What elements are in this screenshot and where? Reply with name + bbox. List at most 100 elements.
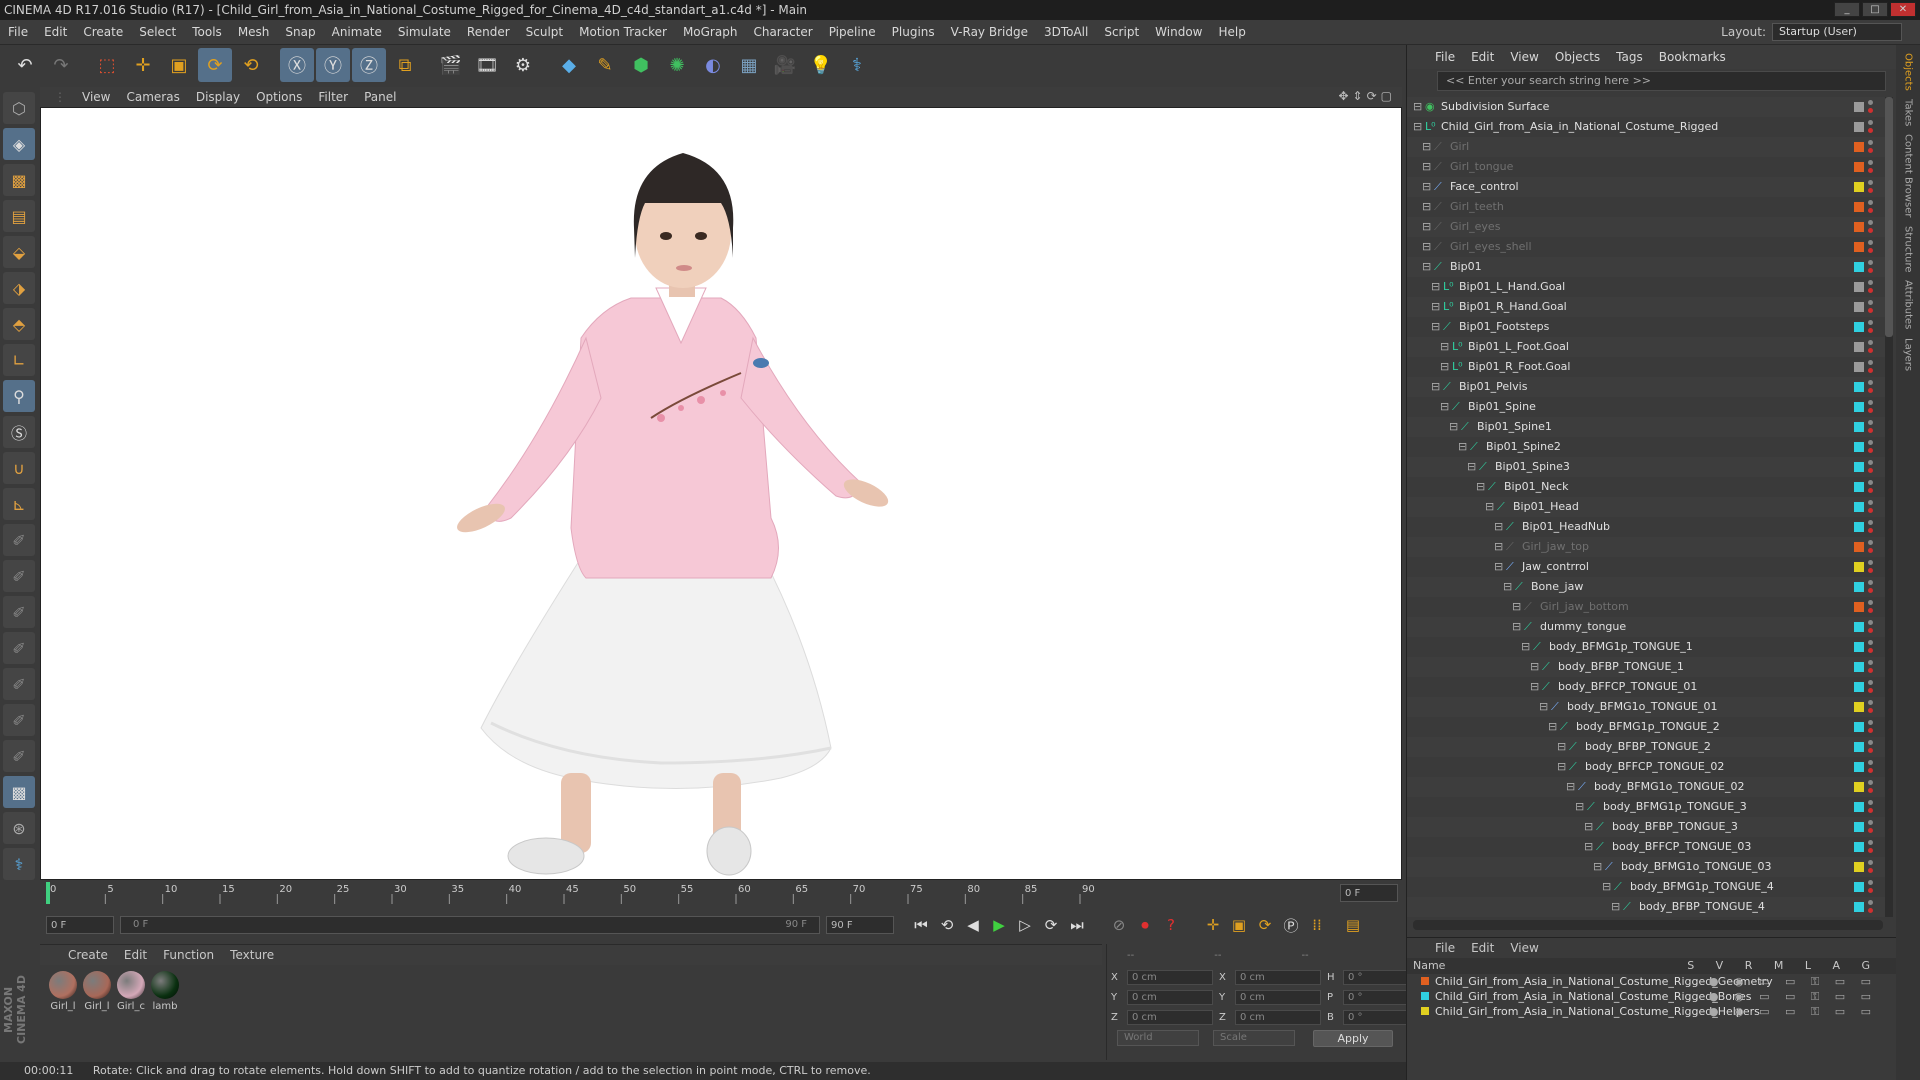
layer-color-tag-icon[interactable]	[1854, 742, 1864, 752]
expand-toggle-icon[interactable]: ⊟	[1440, 337, 1449, 357]
obj-menu-bookmarks[interactable]: Bookmarks	[1651, 50, 1734, 64]
layer-flag-icons[interactable]: ● ◉ ▭ ▭ ⚿ ▭ ▭	[1709, 974, 1877, 989]
menu-animate[interactable]: Animate	[324, 25, 390, 39]
layer-color-tag-icon[interactable]	[1854, 202, 1864, 212]
undo-icon[interactable]: ↶	[8, 48, 42, 82]
mask-icon[interactable]: ✐	[3, 740, 35, 772]
render-visibility-icon[interactable]	[1868, 728, 1873, 733]
previous-key-icon[interactable]: ⟲	[934, 912, 960, 938]
object-row[interactable]: ⊟ ⟋ Girl_teeth	[1407, 197, 1887, 217]
key-scale-icon[interactable]: ▣	[1226, 912, 1252, 938]
editor-visibility-icon[interactable]	[1868, 460, 1873, 465]
obj-menu-objects[interactable]: Objects	[1547, 50, 1608, 64]
coordinate-space-select[interactable]: World	[1117, 1030, 1199, 1046]
3d-viewport[interactable]	[40, 107, 1402, 880]
object-row[interactable]: ⊟ ⟋ body_BFBP_TONGUE_4	[1407, 897, 1887, 917]
material-menu-edit[interactable]: Edit	[116, 948, 155, 962]
expand-toggle-icon[interactable]: ⊟	[1521, 637, 1530, 657]
render-visibility-icon[interactable]	[1868, 668, 1873, 673]
obj-menu-edit[interactable]: Edit	[1463, 50, 1502, 64]
coordinate-value-field[interactable]: 0 cm	[1127, 1010, 1213, 1025]
render-visibility-icon[interactable]	[1868, 408, 1873, 413]
deformer-icon[interactable]: ◐	[696, 48, 730, 82]
size-mode-select[interactable]: Scale	[1213, 1030, 1295, 1046]
recent-tools-icon[interactable]: ⟲	[234, 48, 268, 82]
rotate-icon[interactable]: ⟳	[198, 48, 232, 82]
expand-toggle-icon[interactable]: ⊟	[1530, 677, 1539, 697]
editor-visibility-icon[interactable]	[1868, 360, 1873, 365]
layer-color-tag-icon[interactable]	[1854, 702, 1864, 712]
layer-color-tag-icon[interactable]	[1854, 242, 1864, 252]
render-visibility-icon[interactable]	[1868, 548, 1873, 553]
render-settings-icon[interactable]: ⚙	[506, 48, 540, 82]
menu-sculpt[interactable]: Sculpt	[518, 25, 571, 39]
layer-color-tag-icon[interactable]	[1854, 622, 1864, 632]
expand-toggle-icon[interactable]: ⊟	[1422, 137, 1431, 157]
subdivision-surface-icon[interactable]: ⬢	[624, 48, 658, 82]
expand-toggle-icon[interactable]: ⊟	[1431, 297, 1440, 317]
expand-toggle-icon[interactable]: ⊟	[1485, 497, 1494, 517]
previous-frame-icon[interactable]: ◀	[960, 912, 986, 938]
editor-visibility-icon[interactable]	[1868, 180, 1873, 185]
editor-visibility-icon[interactable]	[1868, 420, 1873, 425]
object-row[interactable]: ⊟ ⟋ body_BFMG1p_TONGUE_1	[1407, 637, 1887, 657]
object-row[interactable]: ⊟ ⟋ Bip01_Spine2	[1407, 437, 1887, 457]
menu-tools[interactable]: Tools	[184, 25, 230, 39]
light-icon[interactable]: 💡	[804, 48, 838, 82]
side-tab-layers[interactable]: Layers	[1903, 338, 1914, 371]
current-frame-field[interactable]: 0 F	[1340, 884, 1398, 902]
layer-color-tag-icon[interactable]	[1854, 322, 1864, 332]
pull-icon[interactable]: ✐	[3, 560, 35, 592]
side-tab-attributes[interactable]: Attributes	[1903, 280, 1914, 329]
snap-icon[interactable]: ∪	[3, 452, 35, 484]
record-keys-icon[interactable]: ⊘	[1106, 912, 1132, 938]
object-tree-vscrollbar[interactable]	[1885, 97, 1893, 917]
coordinate-value-field[interactable]: 0 cm	[1127, 970, 1213, 985]
material-menu-texture[interactable]: Texture	[222, 948, 282, 962]
expand-toggle-icon[interactable]: ⊟	[1548, 717, 1557, 737]
menu-mograph[interactable]: MoGraph	[675, 25, 746, 39]
expand-toggle-icon[interactable]: ⊟	[1467, 457, 1476, 477]
live-selection-icon[interactable]: ⬚	[90, 48, 124, 82]
render-visibility-icon[interactable]	[1868, 208, 1873, 213]
layer-color-tag-icon[interactable]	[1854, 662, 1864, 672]
layer-color-tag-icon[interactable]	[1854, 782, 1864, 792]
object-row[interactable]: ⊟ ⟋ Bip01_Head	[1407, 497, 1887, 517]
editor-visibility-icon[interactable]	[1868, 320, 1873, 325]
render-visibility-icon[interactable]	[1868, 368, 1873, 373]
expand-toggle-icon[interactable]: ⊟	[1431, 317, 1440, 337]
python-icon[interactable]: ⚕	[840, 48, 874, 82]
render-visibility-icon[interactable]	[1868, 248, 1873, 253]
smooth-icon[interactable]: ✐	[3, 596, 35, 628]
viewport-menu-filter[interactable]: Filter	[310, 90, 356, 104]
go-to-end-icon[interactable]: ⏭	[1064, 912, 1090, 938]
expand-toggle-icon[interactable]: ⊟	[1602, 877, 1611, 897]
coordinate-value-field[interactable]: 0 cm	[1235, 1010, 1321, 1025]
object-row[interactable]: ⊟ L⁰ Bip01_L_Hand.Goal	[1407, 277, 1887, 297]
object-row[interactable]: ⊟ ⟋ Bip01_HeadNub	[1407, 517, 1887, 537]
editor-visibility-icon[interactable]	[1868, 400, 1873, 405]
render-visibility-icon[interactable]	[1868, 568, 1873, 573]
editor-visibility-icon[interactable]	[1868, 900, 1873, 905]
material-swatch[interactable]: lamb	[150, 971, 180, 1012]
expand-toggle-icon[interactable]: ⊟	[1557, 737, 1566, 757]
expand-toggle-icon[interactable]: ⊟	[1440, 357, 1449, 377]
object-row[interactable]: ⊟ ⟋ Girl_jaw_top	[1407, 537, 1887, 557]
expand-toggle-icon[interactable]: ⊟	[1503, 577, 1512, 597]
side-tab-takes[interactable]: Takes	[1903, 99, 1914, 126]
render-visibility-icon[interactable]	[1868, 488, 1873, 493]
editor-visibility-icon[interactable]	[1868, 720, 1873, 725]
points-mode-icon[interactable]: ⬙	[3, 236, 35, 268]
viewport-menu-options[interactable]: Options	[248, 90, 310, 104]
menu-simulate[interactable]: Simulate	[390, 25, 459, 39]
expand-toggle-icon[interactable]: ⊟	[1593, 857, 1602, 877]
object-row[interactable]: ⊟ ⟋ body_BFMG1p_TONGUE_3	[1407, 797, 1887, 817]
brush-icon[interactable]: ✐	[3, 524, 35, 556]
editor-visibility-icon[interactable]	[1868, 760, 1873, 765]
layer-color-swatch[interactable]	[1421, 992, 1429, 1000]
render-visibility-icon[interactable]	[1868, 128, 1873, 133]
editor-visibility-icon[interactable]	[1868, 620, 1873, 625]
expand-toggle-icon[interactable]: ⊟	[1413, 97, 1422, 117]
editor-visibility-icon[interactable]	[1868, 280, 1873, 285]
layer-color-tag-icon[interactable]	[1854, 302, 1864, 312]
